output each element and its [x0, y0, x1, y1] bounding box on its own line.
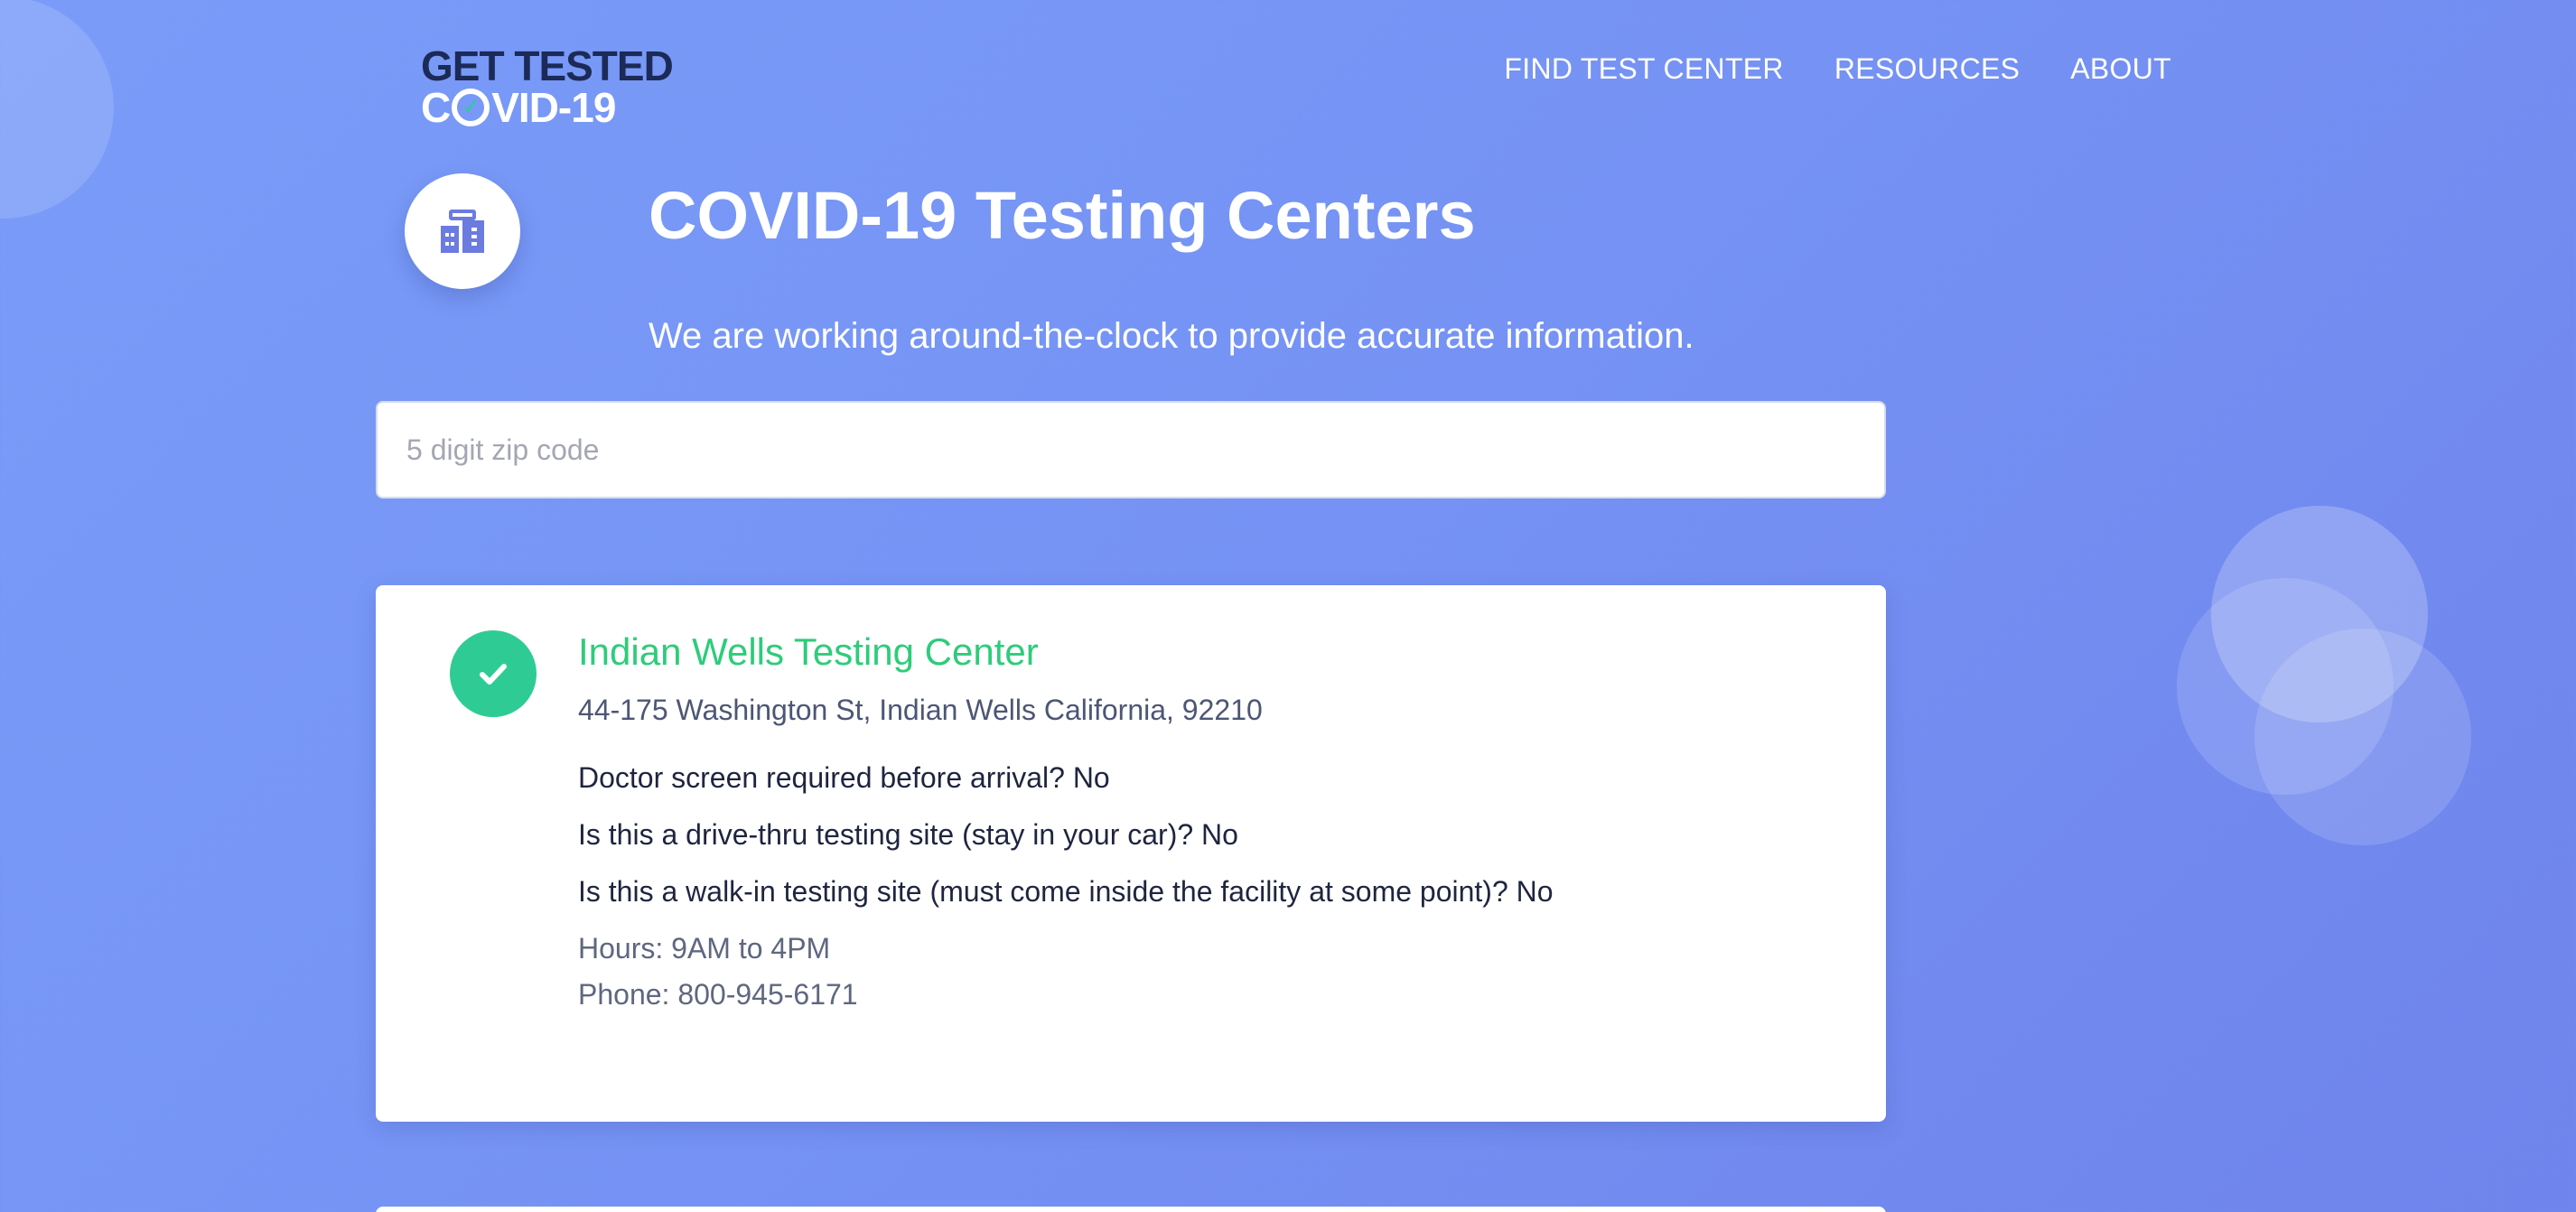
- center-address: 44-175 Washington St, Indian Wells Calif…: [578, 694, 1263, 726]
- check-icon: [450, 630, 537, 717]
- next-result-card: [376, 1207, 1886, 1212]
- center-phone: Phone: 800-945-6171: [578, 978, 858, 1011]
- decorative-bubble: [2254, 629, 2471, 845]
- check-icon: ✓: [452, 89, 490, 126]
- zip-code-input[interactable]: [376, 401, 1886, 499]
- site-logo[interactable]: GET TESTED C ✓ VID-19: [421, 42, 674, 131]
- main-nav: FIND TEST CENTER RESOURCES ABOUT: [1504, 52, 2171, 86]
- card-body: Indian Wells Testing Center 44-175 Washi…: [578, 630, 1850, 1024]
- nav-about[interactable]: ABOUT: [2070, 52, 2171, 86]
- doctor-screen-info: Doctor screen required before arrival? N…: [578, 761, 1110, 794]
- drive-thru-info: Is this a drive-thru testing site (stay …: [578, 818, 1238, 851]
- decorative-bubble: [0, 0, 114, 219]
- building-icon: [405, 173, 520, 289]
- walk-in-info: Is this a walk-in testing site (must com…: [578, 875, 1554, 908]
- logo-line-2: C ✓ VID-19: [421, 84, 616, 131]
- nav-find-test-center[interactable]: FIND TEST CENTER: [1504, 52, 1783, 86]
- page-title: COVID-19 Testing Centers: [649, 178, 1476, 253]
- testing-center-card: Indian Wells Testing Center 44-175 Washi…: [376, 585, 1886, 1122]
- center-hours: Hours: 9AM to 4PM: [578, 932, 831, 965]
- page-subtitle: We are working around-the-clock to provi…: [649, 316, 1694, 356]
- center-name: Indian Wells Testing Center: [578, 630, 1039, 673]
- logo-line-1: GET TESTED: [421, 42, 674, 89]
- nav-resources[interactable]: RESOURCES: [1834, 52, 2020, 86]
